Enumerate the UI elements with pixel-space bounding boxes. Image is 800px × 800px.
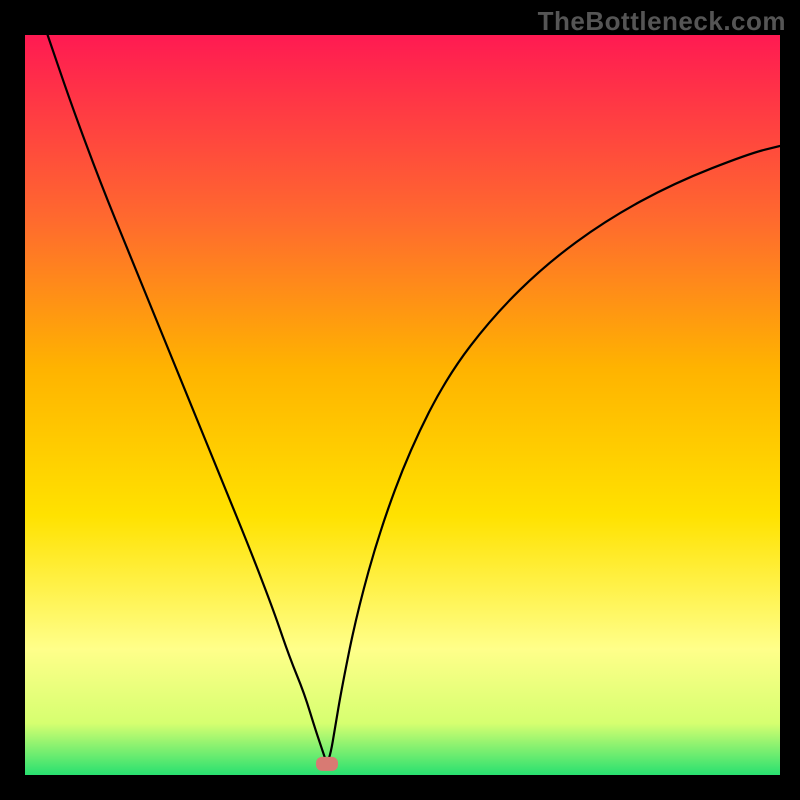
plot-area [25,35,780,775]
chart-svg [25,35,780,775]
chart-container: TheBottleneck.com [0,0,800,800]
minimum-marker [316,757,338,771]
watermark-text: TheBottleneck.com [538,6,786,37]
gradient-background [25,35,780,775]
